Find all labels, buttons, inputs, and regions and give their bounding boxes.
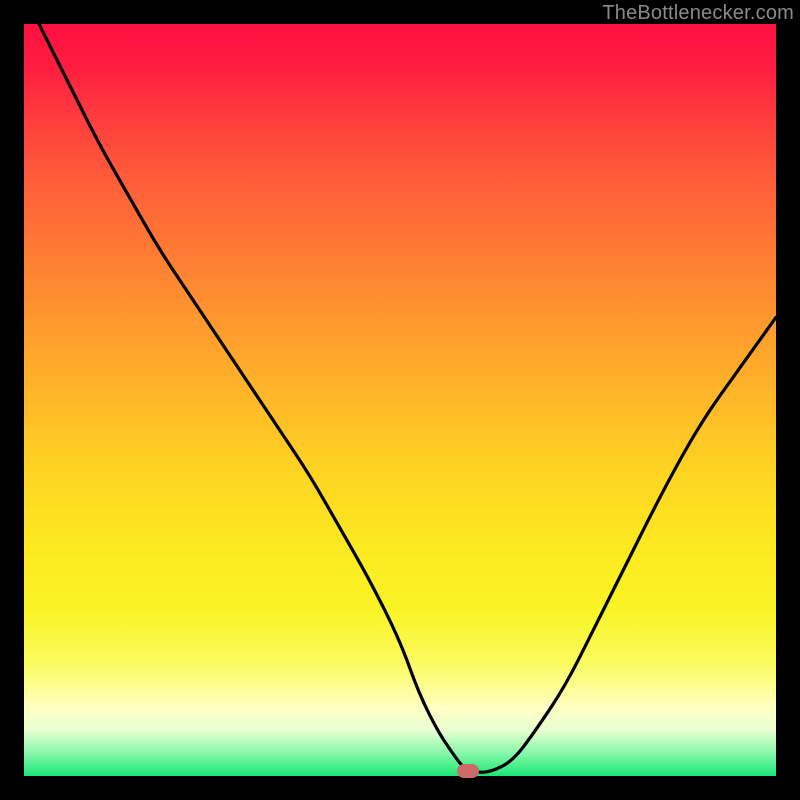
watermark-text: TheBottlenecker.com bbox=[602, 2, 794, 25]
chart-stage: TheBottlenecker.com bbox=[0, 0, 800, 800]
optimum-marker bbox=[457, 764, 479, 778]
plot-area bbox=[24, 24, 776, 776]
bottleneck-curve bbox=[24, 24, 776, 776]
